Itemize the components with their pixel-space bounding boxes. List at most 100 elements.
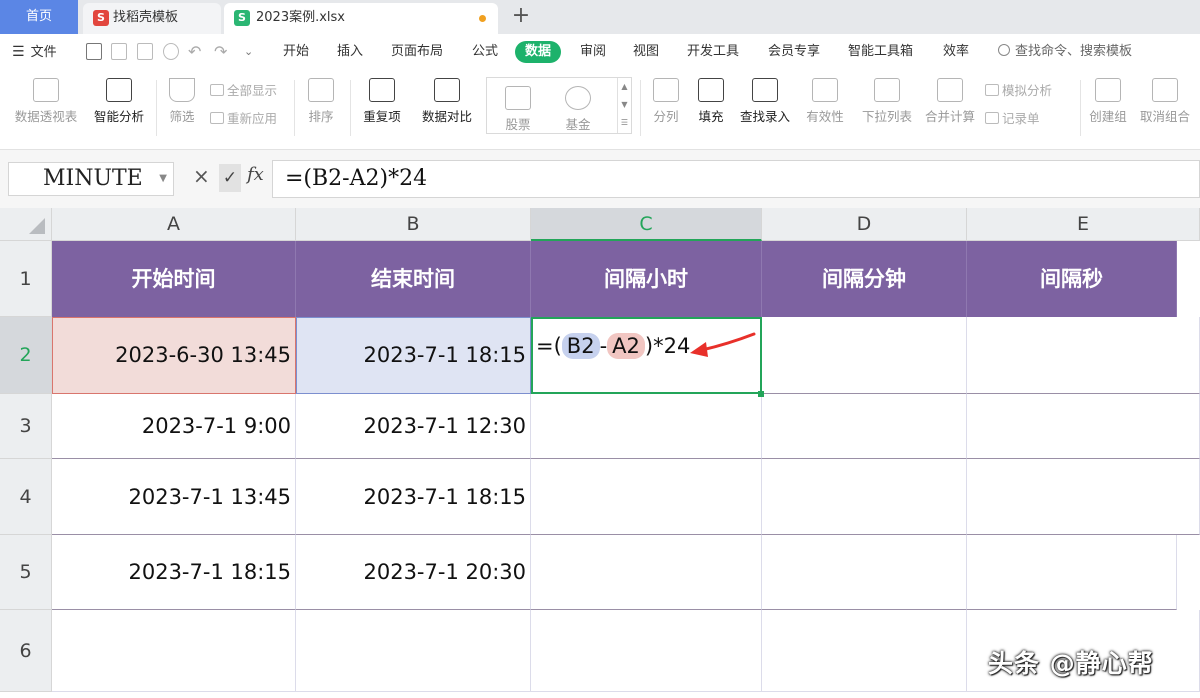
lookup-entry-button[interactable]: 查找录入 (736, 70, 794, 125)
menu-tab-member[interactable]: 会员专享 (768, 41, 820, 63)
fill-handle[interactable] (758, 391, 764, 397)
cell-b6[interactable] (296, 610, 531, 692)
column-header-e[interactable]: E (967, 208, 1200, 241)
header-cell-start-time[interactable]: 开始时间 (52, 241, 296, 317)
cell-a6[interactable] (52, 610, 296, 692)
name-box[interactable]: MINUTE ▼ (8, 162, 174, 196)
show-all-button[interactable]: 全部显示 (210, 80, 277, 99)
menu-tab-view[interactable]: 视图 (633, 41, 659, 63)
column-header-c[interactable]: C (531, 208, 762, 241)
confirm-check-icon[interactable]: ✓ (219, 164, 241, 192)
cell-c4[interactable] (531, 459, 762, 535)
smart-analysis-button[interactable]: 智能分析 (88, 70, 150, 125)
fill-down-icon (698, 78, 724, 102)
cell-b3[interactable]: 2023-7-1 12:30 (296, 394, 531, 459)
sort-button[interactable]: 排序 (298, 70, 344, 125)
row-header-2[interactable]: 2 (0, 317, 52, 394)
cell-c3[interactable] (531, 394, 762, 459)
duplicates-button[interactable]: 重复项 (354, 70, 410, 125)
command-search-box[interactable]: 查找命令、搜索模板 (998, 41, 1132, 63)
data-compare-button[interactable]: 数据对比 (414, 70, 480, 125)
red-arrow-annotation-icon (690, 332, 756, 357)
cell-b2[interactable]: 2023-7-1 18:15 (296, 317, 531, 394)
formula-input[interactable]: =(B2-A2)*24 (272, 160, 1200, 198)
menu-tab-efficiency[interactable]: 效率 (943, 41, 969, 63)
cell-a4[interactable]: 2023-7-1 13:45 (52, 459, 296, 535)
menu-tab-data[interactable]: 数据 (515, 41, 562, 63)
cell-d4[interactable] (762, 459, 967, 535)
cell-c6[interactable] (531, 610, 762, 692)
cell-a3[interactable]: 2023-7-1 9:00 (52, 394, 296, 459)
menu-tab-insert[interactable]: 插入 (337, 41, 363, 63)
header-cell-interval-hours[interactable]: 间隔小时 (531, 241, 762, 317)
header-cell-end-time[interactable]: 结束时间 (296, 241, 531, 317)
save-icon[interactable] (86, 43, 102, 60)
dropdown-list-button[interactable]: 下拉列表 (858, 70, 916, 125)
print-icon[interactable] (137, 43, 153, 60)
whatif-analysis-button[interactable]: 模拟分析 (985, 80, 1052, 99)
cell-d6[interactable] (762, 610, 967, 692)
cell-d2[interactable] (762, 317, 967, 394)
row-header-6[interactable]: 6 (0, 610, 52, 692)
menu-tab-developer[interactable]: 开发工具 (687, 41, 739, 63)
cell-e4[interactable] (967, 459, 1200, 535)
cell-c5[interactable] (531, 535, 762, 610)
cell-e2[interactable] (967, 317, 1200, 394)
chevron-down-icon[interactable]: ▼ (159, 163, 167, 195)
dropdown-list-icon (874, 78, 900, 102)
menu-tab-formula[interactable]: 公式 (472, 41, 498, 63)
menu-tab-page-layout[interactable]: 页面布局 (391, 41, 443, 63)
menu-bar: ☰ 文件 ↶ ↷ ⌄ 开始 插入 页面布局 公式 数据 审阅 视图 开发工具 会员… (0, 34, 1200, 70)
fill-button[interactable]: 填充 (690, 70, 732, 125)
pivot-table-button[interactable]: 数据透视表 (8, 70, 84, 125)
ribbon-separator (350, 80, 351, 136)
file-menu-button[interactable]: ☰ 文件 (12, 41, 57, 63)
quick-access-more-icon[interactable]: ⌄ (244, 41, 253, 63)
validity-button[interactable]: 有效性 (798, 70, 852, 125)
create-group-button[interactable]: 创建组 (1084, 70, 1132, 125)
filter-funnel-icon (169, 78, 195, 102)
cell-b5[interactable]: 2023-7-1 20:30 (296, 535, 531, 610)
insert-function-icon[interactable]: fx (247, 164, 264, 185)
ungroup-button[interactable]: 取消组合 (1136, 70, 1194, 125)
tab-home[interactable]: 首页 (0, 0, 78, 34)
tab-file[interactable]: S 2023案例.xlsx (224, 3, 498, 34)
cell-d5[interactable] (762, 535, 967, 610)
cell-e3[interactable] (967, 394, 1200, 459)
header-cell-interval-minutes[interactable]: 间隔分钟 (762, 241, 967, 317)
fund-button[interactable]: 基金 (553, 78, 603, 133)
row-header-1[interactable]: 1 (0, 241, 52, 317)
gallery-scroll-icon[interactable]: ▲ ▼ ☰ (617, 78, 631, 133)
cell-e5[interactable] (967, 535, 1177, 610)
fund-yen-icon (565, 86, 591, 110)
stock-button[interactable]: 股票 (493, 78, 543, 133)
consolidate-button[interactable]: 合并计算 (920, 70, 980, 125)
new-tab-button[interactable]: + (508, 2, 534, 32)
column-header-b[interactable]: B (296, 208, 531, 241)
split-column-button[interactable]: 分列 (644, 70, 688, 125)
cancel-icon[interactable]: × (193, 164, 210, 188)
record-form-button[interactable]: 记录单 (985, 108, 1040, 127)
redo-icon[interactable]: ↷ (214, 41, 227, 63)
menu-tab-start[interactable]: 开始 (283, 41, 309, 63)
menu-tab-smart-toolbox[interactable]: 智能工具箱 (848, 41, 913, 63)
filter-button[interactable]: 筛选 (160, 70, 204, 125)
undo-icon[interactable]: ↶ (188, 41, 201, 63)
ribbon-separator (294, 80, 295, 136)
print-preview-icon[interactable] (163, 43, 179, 60)
row-header-4[interactable]: 4 (0, 459, 52, 535)
export-pdf-icon[interactable] (111, 43, 127, 60)
row-header-5[interactable]: 5 (0, 535, 52, 610)
select-all-corner[interactable] (0, 208, 52, 241)
tab-template[interactable]: S 找稻壳模板 (83, 3, 221, 34)
column-header-d[interactable]: D (762, 208, 967, 241)
reapply-button[interactable]: 重新应用 (210, 108, 277, 127)
header-cell-interval-seconds[interactable]: 间隔秒 (967, 241, 1177, 317)
cell-a5[interactable]: 2023-7-1 18:15 (52, 535, 296, 610)
cell-d3[interactable] (762, 394, 967, 459)
column-header-a[interactable]: A (52, 208, 296, 241)
cell-b4[interactable]: 2023-7-1 18:15 (296, 459, 531, 535)
menu-tab-review[interactable]: 审阅 (580, 41, 606, 63)
row-header-3[interactable]: 3 (0, 394, 52, 459)
cell-a2[interactable]: 2023-6-30 13:45 (52, 317, 296, 394)
